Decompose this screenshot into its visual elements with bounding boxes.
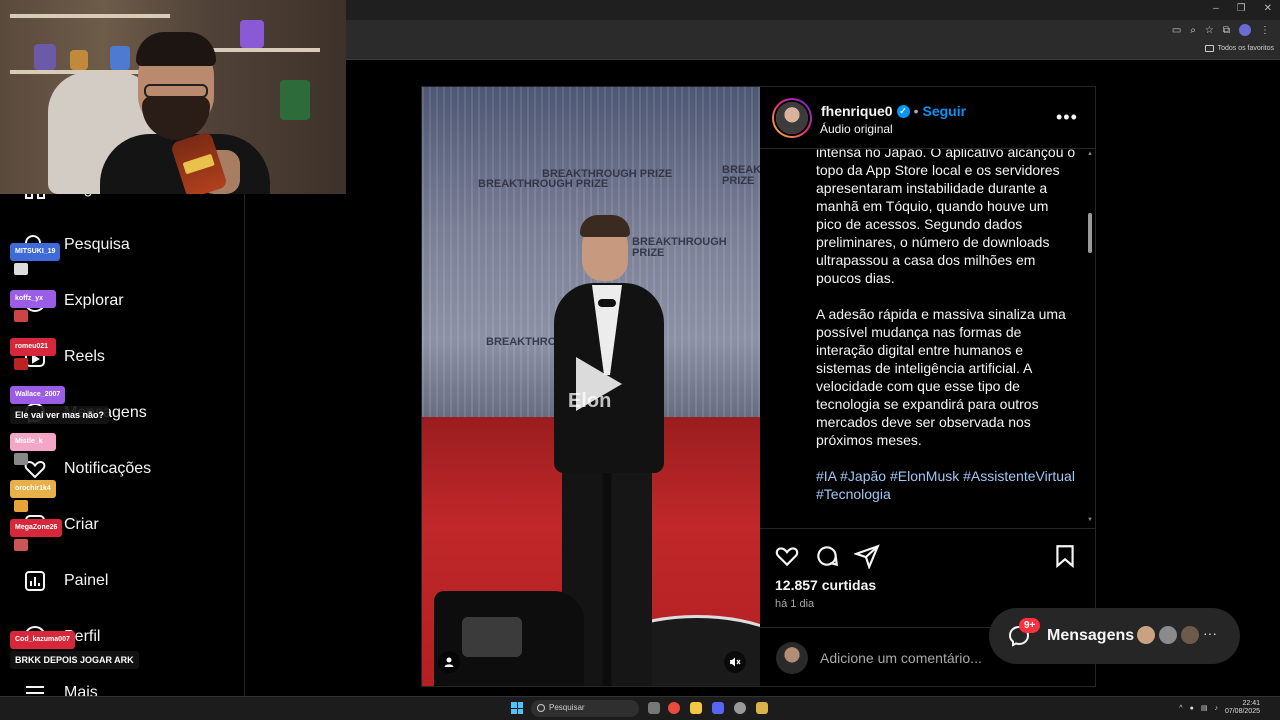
- author-avatar[interactable]: [772, 98, 812, 138]
- hashtag-link[interactable]: #Tecnologia: [816, 486, 891, 502]
- mic-icon[interactable]: ●: [1190, 705, 1194, 712]
- chat-username: romeu021: [10, 338, 56, 356]
- messages-pill[interactable]: 9+ Mensagens ···: [989, 608, 1240, 664]
- system-tray: ^ ● ▤ ♪ 22:41 07/08/2025: [1179, 700, 1260, 716]
- emote-icon: [14, 310, 28, 322]
- audio-label[interactable]: Áudio original: [820, 122, 893, 136]
- caption-paragraph: intensa no Japão. O aplicativo alcançou …: [816, 149, 1076, 286]
- star-icon[interactable]: ☆: [1205, 25, 1214, 36]
- chat-message: koffz_yx: [10, 287, 56, 322]
- file-explorer-icon[interactable]: [690, 702, 702, 714]
- more-icon[interactable]: ···: [1203, 625, 1217, 641]
- scroll-down-icon[interactable]: ▼: [1087, 517, 1093, 523]
- hashtags: #IA #Japão #ElonMusk #AssistenteVirtual …: [816, 467, 1076, 503]
- hashtag-link[interactable]: #AssistenteVirtual: [963, 468, 1075, 484]
- post-actions: [774, 543, 1082, 573]
- mute-icon[interactable]: [724, 651, 746, 673]
- webcam-overlay: [0, 0, 346, 194]
- contact-avatar: [1179, 624, 1201, 646]
- unread-badge: 9+: [1019, 618, 1041, 633]
- windows-start-icon[interactable]: [511, 702, 523, 714]
- follow-button[interactable]: Seguir: [922, 103, 966, 119]
- sidebar-item-dashboard[interactable]: Painel: [22, 568, 108, 594]
- folder-icon: [1204, 45, 1214, 52]
- messages-label: Mensagens: [1047, 627, 1135, 644]
- chat-message: orochir1k4: [10, 477, 56, 512]
- chat-username: orochir1k4: [10, 480, 56, 498]
- dashboard-icon: [22, 568, 48, 594]
- chat-username: koffz_yx: [10, 290, 56, 308]
- hashtag-link[interactable]: #IA: [816, 468, 836, 484]
- all-bookmarks-folder[interactable]: Todos os favoritos: [1204, 45, 1274, 52]
- chat-text: BRKK DEPOIS JOGAR ARK: [10, 651, 139, 669]
- share-icon[interactable]: [854, 543, 880, 569]
- extensions-icon[interactable]: ⧉: [1223, 25, 1230, 36]
- scroll-thumb[interactable]: [1088, 213, 1092, 253]
- chat-message: Cod_kazuma007 BRKK DEPOIS JOGAR ARK: [10, 628, 139, 669]
- network-icon[interactable]: ▤: [1201, 704, 1208, 712]
- comment-icon[interactable]: [814, 543, 840, 569]
- chat-message: MegaZone26: [10, 516, 63, 551]
- chat-username: MITSUKI_19: [10, 243, 61, 261]
- search-icon: [537, 704, 545, 712]
- volume-icon[interactable]: ♪: [1214, 705, 1218, 712]
- post-dialog: BREAKTHROUGH PRIZE BREAKTHROUGH PRIZE BR…: [421, 86, 1096, 687]
- close-icon[interactable]: ✕: [1264, 3, 1272, 14]
- chat-username: Wallace_2007: [10, 386, 66, 404]
- chat-text: Ele vai ver mas não?: [10, 406, 110, 424]
- hashtag-link[interactable]: #Japão: [840, 468, 886, 484]
- follow-separator: •: [913, 103, 919, 119]
- emote-icon: [14, 263, 28, 275]
- like-heart-icon[interactable]: [774, 543, 800, 569]
- author-username[interactable]: fhenrique0: [821, 103, 893, 119]
- taskbar-search[interactable]: Pesquisar: [531, 700, 639, 717]
- discord-icon[interactable]: [712, 702, 724, 714]
- chat-message: Wallace_2007 Ele vai ver mas não?: [10, 383, 110, 424]
- emote-icon: [14, 453, 28, 465]
- chat-username: Mistle_k: [10, 433, 56, 451]
- comment-input[interactable]: Adicione um comentário...: [820, 650, 982, 666]
- emote-icon: [14, 500, 28, 512]
- emote-icon: [14, 539, 28, 551]
- viewer-avatar: [776, 642, 808, 674]
- chat-message: romeu021: [10, 335, 56, 370]
- chat-message: MITSUKI_19: [10, 240, 61, 275]
- post-header: fhenrique0 ✓ • Seguir Áudio original •••: [760, 87, 1095, 149]
- chat-username: Cod_kazuma007: [10, 631, 75, 649]
- hashtag-link[interactable]: #ElonMusk: [890, 468, 959, 484]
- cast-icon[interactable]: ▭: [1172, 25, 1181, 36]
- zoom-icon[interactable]: ⌕: [1190, 25, 1196, 36]
- task-view-icon[interactable]: [648, 702, 660, 714]
- post-side-panel: fhenrique0 ✓ • Seguir Áudio original •••…: [760, 87, 1095, 686]
- taskbar: Pesquisar ^ ● ▤ ♪ 22:41 07/08/2025: [0, 696, 1280, 720]
- post-timestamp: há 1 dia: [775, 598, 815, 610]
- reel-video[interactable]: BREAKTHROUGH PRIZE BREAKTHROUGH PRIZE BR…: [422, 87, 760, 686]
- caption-paragraph: A adesão rápida e massiva sinaliza uma p…: [816, 306, 1066, 448]
- verified-badge-icon: ✓: [896, 104, 910, 118]
- caption-scrollbar[interactable]: ▲ ▼: [1087, 151, 1093, 527]
- video-overlay-text: Elon: [568, 390, 612, 412]
- scroll-up-icon[interactable]: ▲: [1087, 151, 1093, 157]
- user-tag-icon[interactable]: [438, 651, 460, 673]
- chat-username: MegaZone26: [10, 519, 63, 537]
- contact-avatar: [1135, 624, 1157, 646]
- app-icon[interactable]: [734, 702, 746, 714]
- bookmark-icon[interactable]: [1052, 543, 1078, 569]
- contact-avatar: [1157, 624, 1179, 646]
- chevron-up-icon[interactable]: ^: [1179, 705, 1182, 712]
- like-count[interactable]: 12.857 curtidas: [775, 577, 876, 593]
- emote-icon: [14, 358, 28, 370]
- chat-message: Mistle_k: [10, 430, 56, 465]
- chrome-icon[interactable]: [668, 702, 680, 714]
- restore-icon[interactable]: ❐: [1237, 3, 1246, 14]
- profile-avatar[interactable]: [1239, 24, 1251, 36]
- kebab-menu-icon[interactable]: ⋮: [1260, 25, 1270, 36]
- minimize-icon[interactable]: –: [1213, 3, 1219, 14]
- clock[interactable]: 22:41 07/08/2025: [1225, 700, 1260, 716]
- caption-area: intensa no Japão. O aplicativo alcançou …: [760, 149, 1095, 529]
- app-icon[interactable]: [756, 702, 768, 714]
- more-options-icon[interactable]: •••: [1056, 107, 1078, 128]
- window-controls: – ❐ ✕: [1213, 3, 1272, 14]
